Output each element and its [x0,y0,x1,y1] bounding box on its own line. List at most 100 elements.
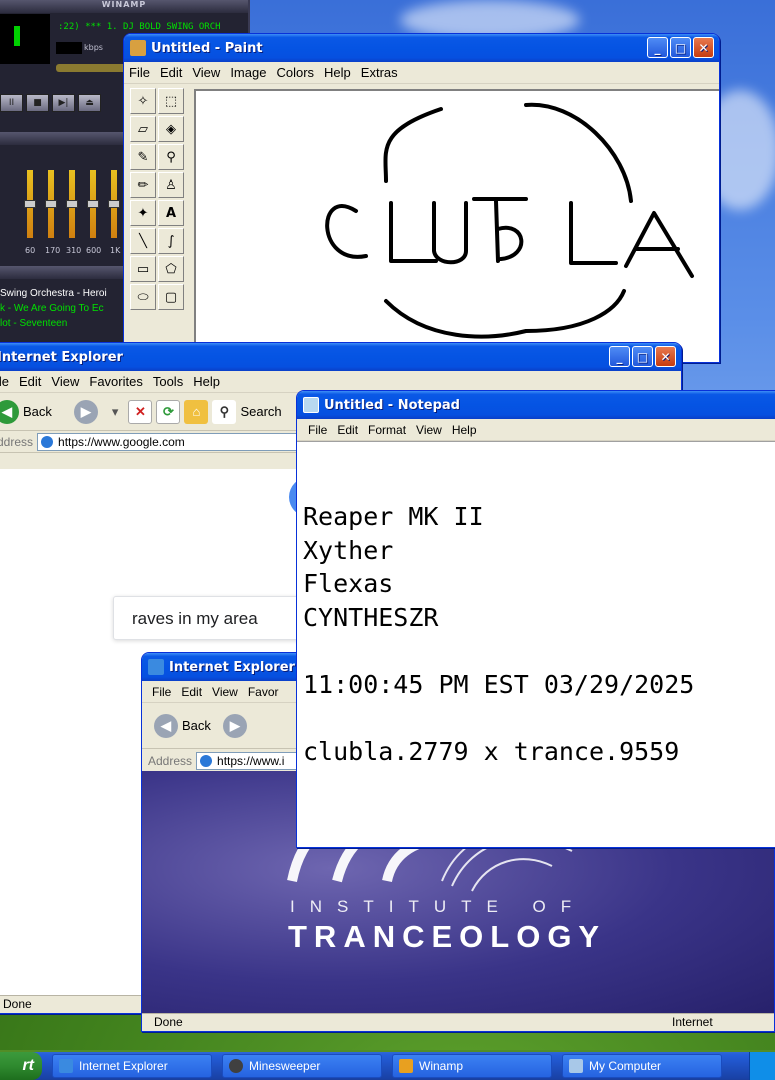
clubla-drawing [325,102,694,339]
pencil-icon[interactable]: ✏ [130,172,156,198]
taskbar-item-label: My Computer [589,1059,662,1073]
brush-icon[interactable]: ♙ [158,172,184,198]
eq-label: 170 [45,246,61,255]
next-button[interactable]: ▶| [52,94,75,112]
notepad-title: Untitled - Notepad [324,397,460,413]
menu-edit[interactable]: Edit [155,65,187,80]
search-button[interactable]: Search [240,404,281,419]
paint-toolbox: ✧ ⬚ ▱ ◈ ✎ ⚲ ✏ ♙ ✦ A ╲ ∫ ▭ ⬠ ⬭ ▢ [129,87,189,311]
taskbar-item-internet-explorer[interactable]: Internet Explorer [52,1054,212,1078]
menu-view[interactable]: View [411,423,447,437]
zone-text: Internet [672,1015,713,1029]
home-icon[interactable]: ⌂ [184,399,209,424]
stop-button[interactable]: ■ [26,94,49,112]
forward-icon[interactable]: ▶ [73,399,98,424]
menu-edit[interactable]: Edit [14,374,46,389]
paint-titlebar[interactable]: Untitled - Paint _ □ ✕ [124,34,719,62]
free-select-icon[interactable]: ✧ [130,88,156,114]
menu-view[interactable]: View [207,685,243,699]
address-label: ddress [0,434,34,449]
minimize-button[interactable]: _ [609,346,630,367]
notepad-icon [303,397,319,413]
eq-slider[interactable] [108,170,120,238]
fill-icon[interactable]: ◈ [158,116,184,142]
close-button[interactable]: ✕ [693,37,714,58]
eq-slider[interactable] [45,170,57,238]
airbrush-icon[interactable]: ✦ [130,200,156,226]
refresh-icon[interactable]: ⟳ [156,399,181,424]
taskbar-item-minesweeper[interactable]: Minesweeper [222,1054,382,1078]
rectangle-icon[interactable]: ▭ [130,256,156,282]
menu-edit[interactable]: Edit [176,685,207,699]
back-icon[interactable]: ◀ [154,713,178,738]
line-icon[interactable]: ╲ [130,228,156,254]
eraser-icon[interactable]: ▱ [130,116,156,142]
magnifier-icon[interactable]: ⚲ [158,144,184,170]
ie-main-title: Internet Explorer [0,349,123,365]
paint-window[interactable]: Untitled - Paint _ □ ✕ File Edit View Im… [123,33,720,363]
address-label: Address [148,753,193,768]
menu-image[interactable]: Image [225,65,271,80]
playlist-item[interactable]: k - We Are Going To Ec [0,301,107,316]
menu-help[interactable]: Help [447,423,482,437]
menu-file[interactable]: File [142,685,176,699]
playlist-item[interactable]: Swing Orchestra - Heroi [0,286,107,301]
back-button[interactable]: Back [182,718,211,733]
winamp-controls: II ■ ▶| ⏏ [0,94,101,112]
menu-colors[interactable]: Colors [271,65,319,80]
curve-icon[interactable]: ∫ [158,228,184,254]
playlist-item[interactable]: lot - Seventeen [0,316,107,331]
rect-select-icon[interactable]: ⬚ [158,88,184,114]
notepad-line: Flexas [303,569,394,598]
notepad-window[interactable]: Untitled - Notepad File Edit Format View… [296,390,775,848]
menu-tools[interactable]: Tools [148,374,188,389]
taskbar-item-winamp[interactable]: Winamp [392,1054,552,1078]
menu-format[interactable]: Format [363,423,411,437]
notepad-line [303,634,775,668]
menu-help[interactable]: Help [319,65,356,80]
notepad-line [303,701,775,735]
eq-slider[interactable] [87,170,99,238]
menu-favorites[interactable]: Favorites [84,374,147,389]
rounded-rect-icon[interactable]: ▢ [158,284,184,310]
eject-button[interactable]: ⏏ [78,94,101,112]
polygon-icon[interactable]: ⬠ [158,256,184,282]
menu-view[interactable]: View [187,65,225,80]
close-button[interactable]: ✕ [655,346,676,367]
pause-button[interactable]: II [0,94,23,112]
taskbar: rt Internet Explorer Minesweeper Winamp … [0,1052,775,1080]
notepad-line: clubla.2779 x trance.9559 [303,736,680,766]
system-tray[interactable] [749,1052,775,1080]
maximize-button[interactable]: □ [670,37,691,58]
eq-slider[interactable] [24,170,36,238]
menu-file[interactable]: File [303,423,332,437]
back-button[interactable]: Back [23,404,52,419]
notepad-titlebar[interactable]: Untitled - Notepad [297,391,775,419]
text-icon[interactable]: A [158,200,184,226]
menu-extras[interactable]: Extras [356,65,403,80]
stop-icon[interactable]: ✕ [128,399,153,424]
ellipse-icon[interactable]: ⬭ [130,284,156,310]
winamp-icon [399,1059,413,1073]
forward-icon[interactable]: ▶ [222,713,247,738]
computer-icon [569,1059,583,1073]
menu-view[interactable]: View [46,374,84,389]
menu-favorites[interactable]: Favor [243,685,284,699]
menu-file[interactable]: File [124,65,155,80]
notepad-text-area[interactable]: Reaper MK II Xyther Flexas CYNTHESZR 11:00:4… [297,441,775,847]
start-button[interactable]: rt [0,1052,42,1080]
paint-icon [130,40,146,56]
taskbar-item-my-computer[interactable]: My Computer [562,1054,722,1078]
menu-help[interactable]: Help [188,374,225,389]
eq-slider[interactable] [66,170,78,238]
paint-canvas[interactable] [194,89,719,362]
menu-edit[interactable]: Edit [332,423,363,437]
minimize-button[interactable]: _ [647,37,668,58]
logo-title: TRANCEOLOGY [288,919,607,954]
picker-icon[interactable]: ✎ [130,144,156,170]
search-icon[interactable]: ⚲ [212,399,237,424]
maximize-button[interactable]: □ [632,346,653,367]
back-icon[interactable]: ◀ [0,399,19,424]
menu-file[interactable]: ile [0,374,14,389]
ie-main-titlebar[interactable]: Internet Explorer _ □ ✕ [0,343,681,371]
